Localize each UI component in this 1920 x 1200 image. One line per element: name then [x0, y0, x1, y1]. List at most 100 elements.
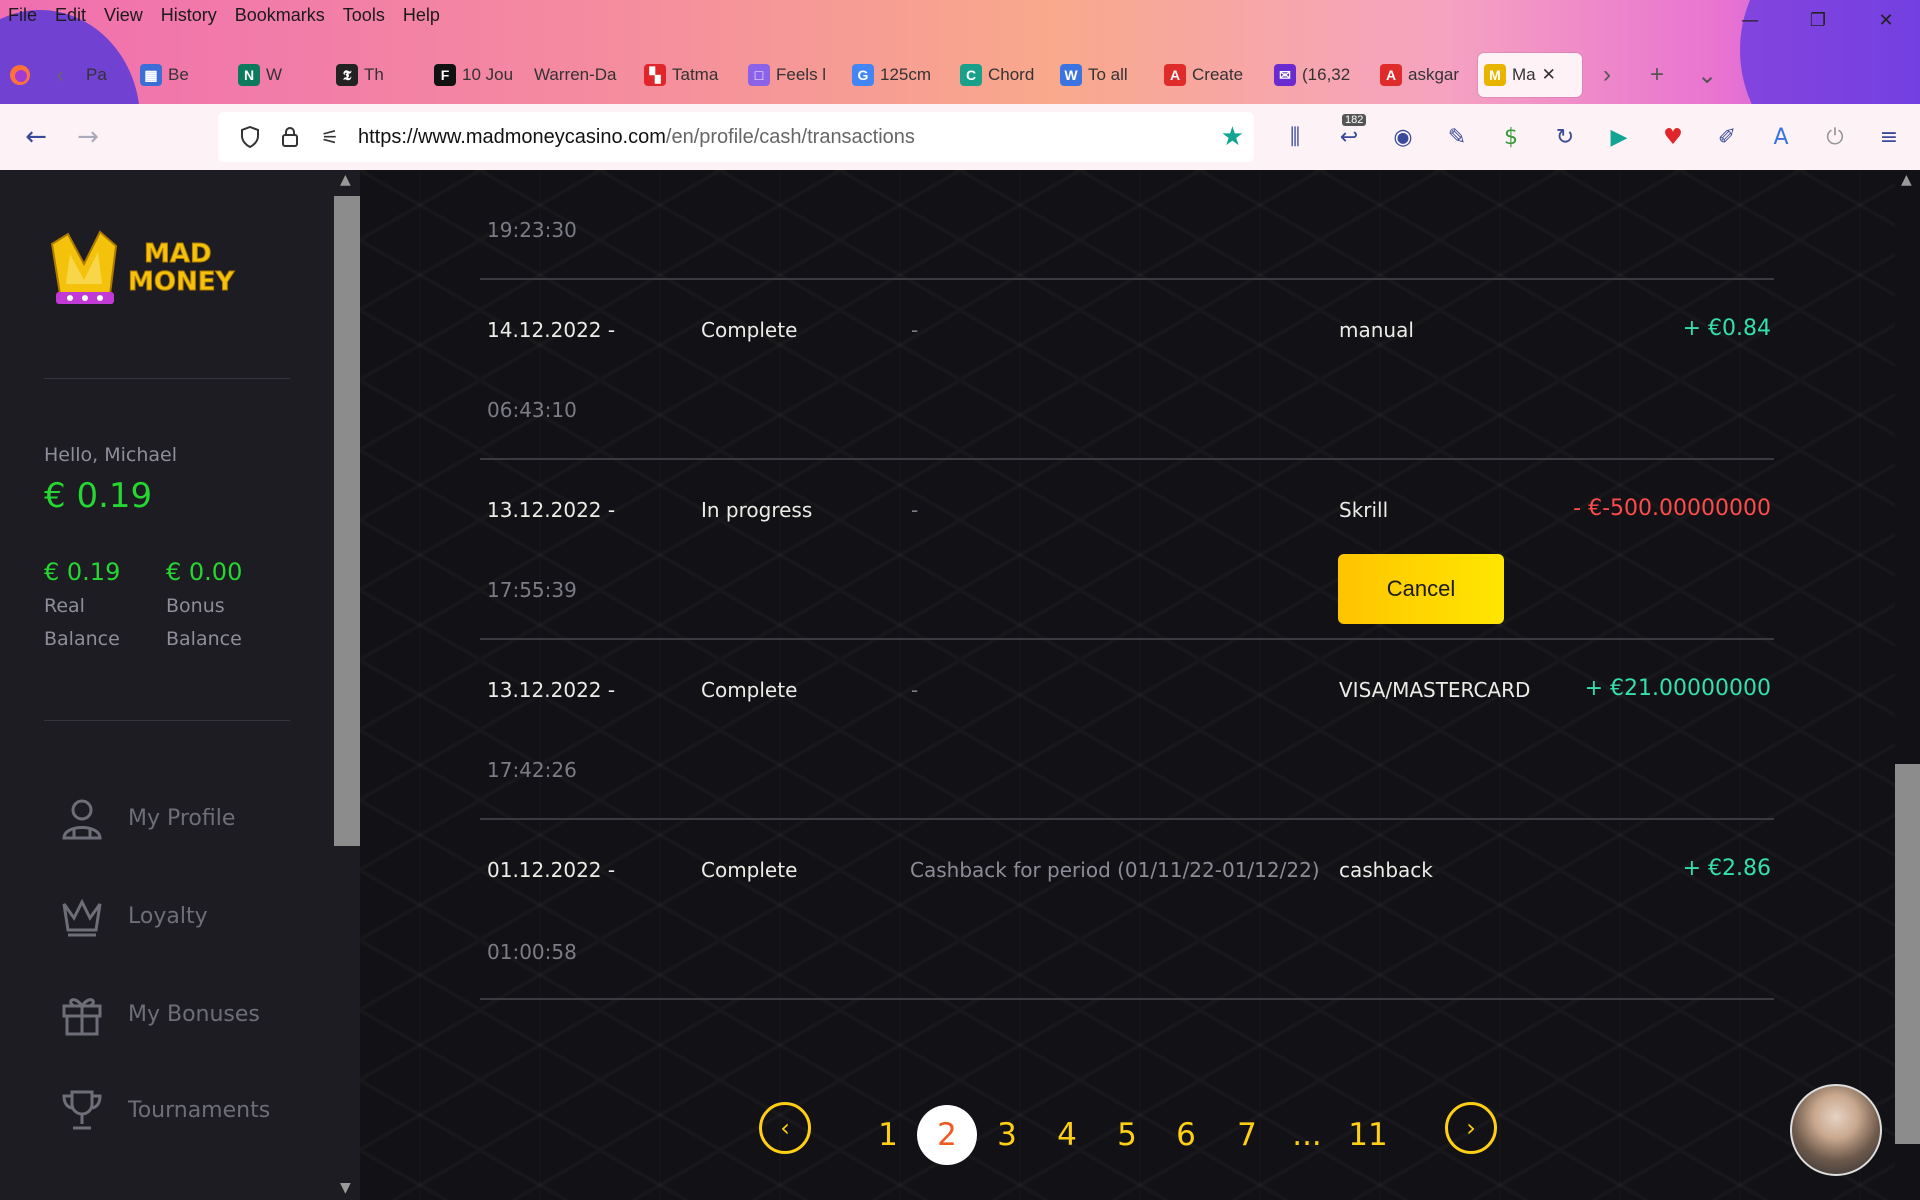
- transaction-amount: + €0.84: [1682, 316, 1771, 341]
- tab-label: 10 Jou: [462, 65, 514, 84]
- browser-tab[interactable]: □ Feels l: [742, 53, 846, 97]
- menu-bookmarks[interactable]: Bookmarks: [235, 5, 325, 26]
- permissions-icon[interactable]: ⚟: [310, 125, 350, 149]
- transaction-method: Skrill: [1339, 498, 1389, 522]
- transaction-time: 17:55:39: [487, 578, 577, 602]
- sidebar-scroll-thumb[interactable]: [334, 196, 360, 846]
- transaction-date: 01.12.2022 -: [487, 858, 616, 882]
- gift-icon: [62, 998, 102, 1036]
- madmoney-logo[interactable]: MAD MONEY: [48, 224, 238, 334]
- tab-favicon-icon: 𝕿: [336, 64, 358, 86]
- minimize-button[interactable]: —: [1716, 0, 1784, 40]
- browser-tab[interactable]: Aaskgar: [1374, 53, 1478, 97]
- play-icon[interactable]: ▶: [1592, 110, 1646, 164]
- browser-tab[interactable]: W To all: [1054, 53, 1158, 97]
- money-extension-icon[interactable]: $: [1484, 110, 1538, 164]
- page-7-button[interactable]: 7: [1217, 1105, 1277, 1165]
- transaction-status: In progress: [701, 498, 813, 522]
- lock-icon[interactable]: [270, 126, 310, 148]
- browser-tab[interactable]: 𝕿 Th: [330, 53, 428, 97]
- tabs-scroll-right-icon[interactable]: ›: [1582, 53, 1632, 97]
- scroll-up-icon[interactable]: ▲: [340, 172, 351, 188]
- menu-bar: File Edit View History Bookmarks Tools H…: [0, 0, 458, 30]
- browser-tab[interactable]: NW: [232, 53, 330, 97]
- page-5-button[interactable]: 5: [1097, 1105, 1157, 1165]
- browser-tab[interactable]: ▦ Be: [134, 53, 232, 97]
- cancel-withdrawal-button[interactable]: Cancel: [1338, 554, 1504, 624]
- page-4-button[interactable]: 4: [1037, 1105, 1097, 1165]
- extensions-toolbar: ⫼ ↩ 182 ◉ ✎ $ ↻ ▶ ♥ ✐ A ⏻ ≡: [1268, 104, 1916, 170]
- restore-button[interactable]: ❐: [1784, 0, 1852, 40]
- menu-view[interactable]: View: [104, 5, 143, 26]
- tab-favicon-icon: G: [852, 64, 874, 86]
- main-scrollbar[interactable]: ▲: [1895, 170, 1920, 1200]
- close-tab-icon[interactable]: ✕: [1542, 65, 1556, 85]
- tab-label: (16,32: [1302, 65, 1351, 84]
- browser-tab[interactable]: Warren-Da: [528, 53, 638, 97]
- reload-extension-icon[interactable]: ↻: [1538, 110, 1592, 164]
- prev-page-button[interactable]: ‹: [759, 1102, 811, 1154]
- window-controls: — ❐ ✕: [1716, 0, 1920, 40]
- sidebar-scrollbar[interactable]: ▲ ▼: [334, 170, 360, 1200]
- next-page-button[interactable]: ›: [1445, 1102, 1497, 1154]
- tab-favicon-icon: F: [434, 64, 456, 86]
- profile-sidebar: MAD MONEY Hello, Michael € 0.19 € 0.19 R…: [0, 170, 334, 1200]
- browser-tab[interactable]: G 125cm: [846, 53, 954, 97]
- sidebar-item-my-bonuses[interactable]: My Bonuses: [60, 992, 260, 1036]
- close-window-button[interactable]: ✕: [1852, 0, 1920, 40]
- browser-titlebar: File Edit View History Bookmarks Tools H…: [0, 0, 1920, 104]
- sidebar-item-loyalty[interactable]: Loyalty: [60, 894, 208, 938]
- scroll-down-icon[interactable]: ▼: [340, 1180, 351, 1196]
- globe-icon[interactable]: ◉: [1376, 110, 1430, 164]
- sidebar-divider: [44, 720, 290, 721]
- shield-heart-icon[interactable]: ♥: [1646, 110, 1700, 164]
- power-icon[interactable]: ⏻: [1808, 110, 1862, 164]
- url-bar[interactable]: ⚟ https://www.madmoneycasino.com/en/prof…: [218, 112, 1254, 162]
- firefox-icon[interactable]: [0, 53, 40, 97]
- navigation-toolbar: ← → ⚟ https://www.madmoneycasino.com/en/…: [0, 104, 1920, 170]
- shield-icon[interactable]: [230, 126, 270, 148]
- forward-button[interactable]: →: [62, 111, 114, 163]
- scroll-up-icon[interactable]: ▲: [1901, 172, 1912, 188]
- browser-tab[interactable]: A Create: [1158, 53, 1268, 97]
- list-tabs-icon[interactable]: ⌄: [1682, 53, 1732, 97]
- translate-icon[interactable]: A: [1754, 110, 1808, 164]
- browser-tab[interactable]: ✉ (16,32: [1268, 53, 1374, 97]
- browser-tab[interactable]: C Chord: [954, 53, 1054, 97]
- sidebar-divider: [44, 378, 290, 379]
- menu-tools[interactable]: Tools: [343, 5, 385, 26]
- page-6-button[interactable]: 6: [1156, 1105, 1216, 1165]
- feather-icon[interactable]: ✎: [1430, 110, 1484, 164]
- pen-icon[interactable]: ✐: [1700, 110, 1754, 164]
- extension-reply-icon[interactable]: ↩ 182: [1322, 110, 1376, 164]
- browser-tab[interactable]: M Ma ✕: [1478, 53, 1582, 97]
- transaction-status: Complete: [701, 858, 798, 882]
- tab-label: Th: [364, 65, 384, 84]
- page-11-button[interactable]: 11: [1338, 1105, 1398, 1165]
- tab-label: Warren-Da: [534, 65, 617, 84]
- browser-tab[interactable]: F 10 Jou: [428, 53, 528, 97]
- browser-tab[interactable]: ▚ Tatma: [638, 53, 742, 97]
- menu-file[interactable]: File: [8, 5, 37, 26]
- url-text[interactable]: https://www.madmoneycasino.com/en/profil…: [358, 126, 915, 149]
- bonus-balance: € 0.00 Bonus Balance: [166, 558, 276, 656]
- new-tab-icon[interactable]: +: [1632, 53, 1682, 97]
- menu-edit[interactable]: Edit: [55, 5, 86, 26]
- real-balance: € 0.19 Real Balance: [44, 558, 154, 656]
- page-3-button[interactable]: 3: [977, 1105, 1037, 1165]
- transaction-date: 13.12.2022 -: [487, 498, 616, 522]
- bookmark-star-icon[interactable]: ★: [1221, 122, 1244, 152]
- menu-history[interactable]: History: [161, 5, 217, 26]
- sidebar-item-tournaments[interactable]: Tournaments: [60, 1088, 270, 1132]
- back-button[interactable]: ←: [10, 111, 62, 163]
- browser-tab[interactable]: Pa: [80, 53, 134, 97]
- main-scroll-thumb[interactable]: [1895, 764, 1920, 1144]
- menu-help[interactable]: Help: [403, 5, 440, 26]
- support-chat-avatar[interactable]: [1790, 1084, 1882, 1176]
- page-2-button[interactable]: 2: [917, 1105, 977, 1165]
- page-1-button[interactable]: 1: [858, 1105, 918, 1165]
- library-icon[interactable]: ⫼: [1268, 110, 1322, 164]
- hamburger-menu-icon[interactable]: ≡: [1862, 110, 1916, 164]
- sidebar-item-my-profile[interactable]: My Profile: [60, 796, 235, 840]
- tabs-scroll-left-icon[interactable]: ‹: [40, 53, 80, 97]
